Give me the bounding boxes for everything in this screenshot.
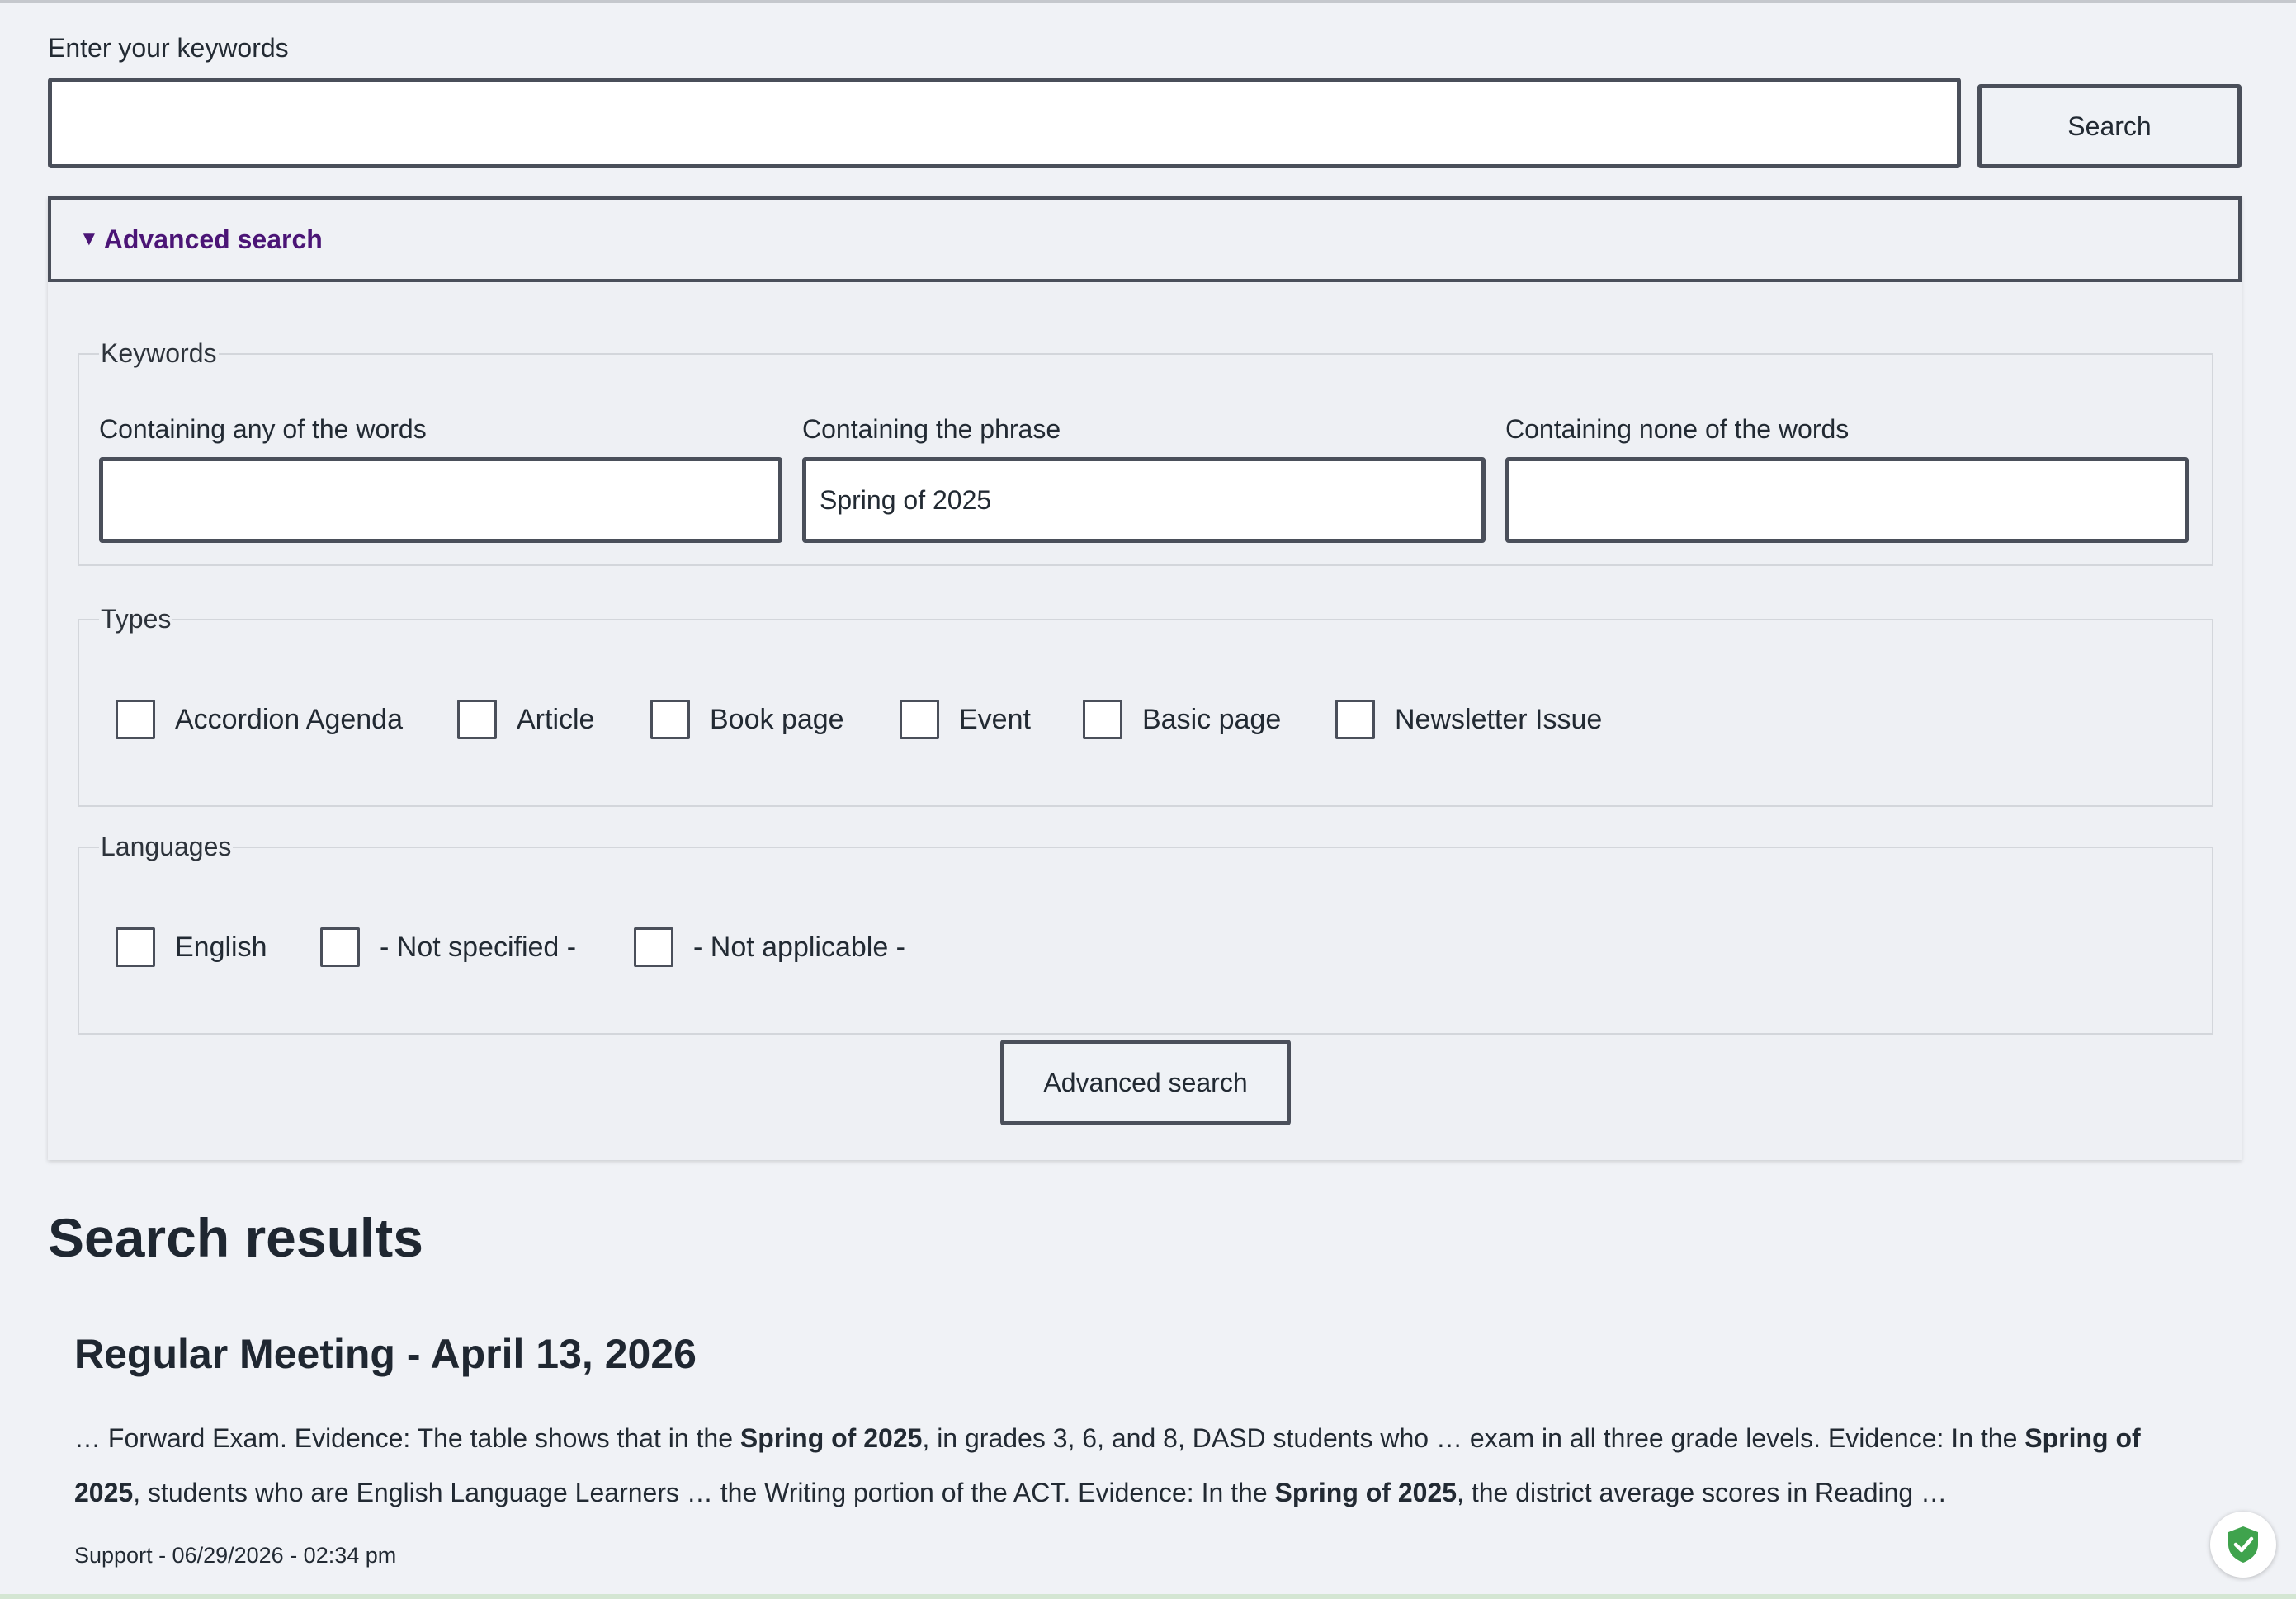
checkbox[interactable] — [650, 700, 690, 739]
checkbox-label: Event — [959, 703, 1031, 735]
checkbox-label: English — [175, 931, 267, 963]
checkbox[interactable] — [1335, 700, 1375, 739]
bottom-border — [0, 1594, 2296, 1599]
languages-legend: Languages — [101, 832, 232, 861]
containing-any-label: Containing any of the words — [99, 414, 427, 444]
checkbox[interactable] — [634, 927, 673, 967]
keywords-label: Enter your keywords — [48, 33, 289, 63]
keywords-legend: Keywords — [101, 338, 217, 368]
checkbox[interactable] — [1083, 700, 1122, 739]
checkbox-label: Basic page — [1142, 703, 1282, 735]
advanced-search-button[interactable]: Advanced search — [1000, 1040, 1291, 1125]
snippet-highlight: Spring of 2025 — [1274, 1478, 1457, 1507]
search-button[interactable]: Search — [1977, 84, 2242, 168]
checkbox-label: - Not applicable - — [693, 931, 906, 963]
advanced-search-toggle[interactable]: ▼ Advanced search — [48, 196, 2242, 282]
snippet-text: , students who are English Language Lear… — [133, 1478, 1275, 1507]
checkbox-label: - Not specified - — [380, 931, 577, 963]
checkbox[interactable] — [116, 927, 155, 967]
search-results-heading: Search results — [48, 1207, 423, 1268]
checkbox[interactable] — [900, 700, 939, 739]
result-title-link[interactable]: Regular Meeting - April 13, 2026 — [74, 1330, 697, 1378]
containing-none-input[interactable] — [1505, 457, 2189, 543]
shield-check-icon[interactable] — [2210, 1512, 2276, 1578]
type-checkbox-basic-page[interactable]: Basic page — [1083, 700, 1281, 739]
checkbox-label: Article — [517, 703, 595, 735]
language-checkbox-not-specified[interactable]: - Not specified - — [320, 927, 576, 967]
result-meta: Support - 06/29/2026 - 02:34 pm — [74, 1543, 397, 1568]
types-legend: Types — [101, 604, 172, 634]
advanced-search-toggle-label: Advanced search — [103, 224, 323, 254]
checkbox[interactable] — [457, 700, 497, 739]
snippet-text: … Forward Exam. Evidence: The table show… — [74, 1423, 740, 1453]
result-snippet: … Forward Exam. Evidence: The table show… — [74, 1411, 2187, 1520]
checkbox-label: Book page — [710, 703, 844, 735]
containing-any-input[interactable] — [99, 457, 782, 543]
type-checkbox-book-page[interactable]: Book page — [650, 700, 844, 739]
language-checkbox-english[interactable]: English — [116, 927, 267, 967]
checkbox[interactable] — [320, 927, 360, 967]
snippet-text: , in grades 3, 6, and 8, DASD students w… — [922, 1423, 2025, 1453]
type-checkbox-event[interactable]: Event — [900, 700, 1031, 739]
language-checkbox-not-applicable[interactable]: - Not applicable - — [634, 927, 905, 967]
checkbox-label: Accordion Agenda — [175, 703, 403, 735]
checkbox-label: Newsletter Issue — [1395, 703, 1603, 735]
keywords-input[interactable] — [48, 78, 1961, 168]
type-checkbox-accordion-agenda[interactable]: Accordion Agenda — [116, 700, 403, 739]
snippet-highlight: Spring of 2025 — [739, 1423, 923, 1453]
advanced-search-panel: ▼ Advanced search Keywords Containing an… — [48, 196, 2242, 1160]
triangle-down-icon: ▼ — [79, 228, 99, 250]
type-checkbox-newsletter-issue[interactable]: Newsletter Issue — [1335, 700, 1602, 739]
containing-phrase-input[interactable] — [802, 457, 1486, 543]
top-border — [0, 0, 2296, 3]
containing-phrase-label: Containing the phrase — [802, 414, 1061, 444]
containing-none-label: Containing none of the words — [1505, 414, 1850, 444]
snippet-text: , the district average scores in Reading… — [1457, 1478, 1948, 1507]
type-checkbox-article[interactable]: Article — [457, 700, 594, 739]
checkbox[interactable] — [116, 700, 155, 739]
